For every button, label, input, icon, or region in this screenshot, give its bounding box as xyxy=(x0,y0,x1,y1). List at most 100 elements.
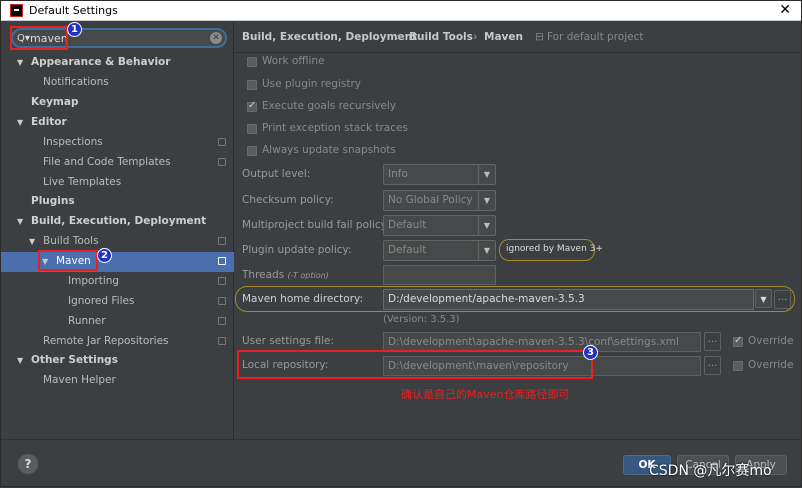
tree-item-remote-jar-repositories[interactable]: Remote Jar Repositories xyxy=(1,332,234,351)
tree-item-label: Appearance & Behavior xyxy=(31,56,171,68)
maven-highlight-box xyxy=(38,250,98,271)
plugin-update-label: Plugin update policy: xyxy=(242,244,352,256)
tree-item-label: Remote Jar Repositories xyxy=(43,335,169,347)
threads-label-text: Threads xyxy=(242,269,285,281)
plugin-update-dropdown[interactable]: Default ▼ xyxy=(383,240,496,261)
tree-item-notifications[interactable]: Notifications xyxy=(1,73,234,92)
tree-item-build-execution-deployment[interactable]: ▼ Build, Execution, Deployment xyxy=(1,212,234,231)
fail-policy-label: Multiproject build fail policy: xyxy=(242,219,390,231)
project-scope-icon xyxy=(218,337,226,345)
chevron-down-icon[interactable]: ▼ xyxy=(478,216,495,235)
breadcrumb: Build, Execution, Deployment › Build Too… xyxy=(235,22,801,53)
maven-version: (Version: 3.5.3) xyxy=(383,314,460,325)
checkbox-box[interactable] xyxy=(247,57,257,67)
csdn-watermark: CSDN @凡尔赛mo xyxy=(649,463,772,479)
tree-item-build-tools[interactable]: ▼ Build Tools xyxy=(1,232,234,251)
always-update-snapshots-checkbox[interactable]: Always update snapshots xyxy=(247,143,447,159)
dropdown-value: No Global Policy xyxy=(388,194,473,206)
step-badge-1: 1 xyxy=(67,22,82,37)
checkbox-label: Execute goals recursively xyxy=(262,100,397,112)
help-button[interactable]: ? xyxy=(18,454,38,474)
expand-arrow-icon[interactable]: ▼ xyxy=(17,53,23,72)
tree-item-live-templates[interactable]: Live Templates xyxy=(1,173,234,192)
user-settings-override-checkbox[interactable]: Override xyxy=(733,334,802,350)
chevron-down-icon[interactable]: ▼ xyxy=(478,165,495,184)
title-bar: Default Settings ✕ xyxy=(1,1,801,21)
execute-goals-recursively-checkbox[interactable]: Execute goals recursively xyxy=(247,99,447,115)
clear-search-icon[interactable]: ✕ xyxy=(210,32,222,44)
step-badge-3: 3 xyxy=(583,345,598,360)
expand-arrow-icon[interactable]: ▼ xyxy=(29,232,35,251)
dropdown-value: Info xyxy=(388,168,408,180)
tree-item-file-code-templates[interactable]: File and Code Templates xyxy=(1,153,234,172)
maven-home-input[interactable]: D:/development/apache-maven-3.5.3 xyxy=(383,289,754,310)
breadcrumb-separator: › xyxy=(396,30,401,43)
browse-maven-home-button[interactable]: ... xyxy=(774,290,791,309)
user-settings-input[interactable]: D:\development\apache-maven-3.5.3\conf\s… xyxy=(383,332,701,352)
project-scope-icon xyxy=(218,317,226,325)
tree-item-ignored-files[interactable]: Ignored Files xyxy=(1,292,234,311)
expand-arrow-icon[interactable]: ▼ xyxy=(17,351,23,370)
checkbox-box[interactable] xyxy=(247,146,257,156)
tree-item-label: Live Templates xyxy=(43,176,122,188)
maven-home-label: Maven home directory: xyxy=(242,293,364,305)
project-scope-icon xyxy=(218,257,226,265)
window-title: Default Settings xyxy=(29,4,118,17)
project-scope-icon xyxy=(218,297,226,305)
tree-item-inspections[interactable]: Inspections xyxy=(1,133,234,152)
chevron-down-icon[interactable]: ▼ xyxy=(478,191,495,210)
step-badge-2: 2 xyxy=(97,248,112,263)
threads-input[interactable] xyxy=(383,265,496,285)
checkbox-box-checked[interactable] xyxy=(733,335,743,347)
local-repository-override-checkbox[interactable]: Override xyxy=(733,358,802,374)
tree-item-plugins[interactable]: Plugins xyxy=(1,192,234,211)
project-scope-icon xyxy=(218,277,226,285)
tree-item-label: Maven Helper xyxy=(43,374,116,386)
use-plugin-registry-checkbox[interactable]: Use plugin registry xyxy=(247,77,447,93)
tree-item-maven[interactable]: ▼ Maven xyxy=(1,252,234,272)
local-repository-highlight-box xyxy=(237,350,593,379)
tree-item-appearance-behavior[interactable]: ▼ Appearance & Behavior xyxy=(1,53,234,72)
tree-item-importing[interactable]: Importing xyxy=(1,272,234,291)
tree-item-label: Notifications xyxy=(43,76,109,88)
tree-item-other-settings[interactable]: ▼ Other Settings xyxy=(1,351,234,370)
output-level-dropdown[interactable]: Info ▼ xyxy=(383,164,496,185)
tree-item-maven-helper[interactable]: Maven Helper xyxy=(1,371,234,390)
checkbox-label: Override xyxy=(748,359,794,371)
checkbox-label: Use plugin registry xyxy=(262,78,362,90)
project-scope-icon xyxy=(218,237,226,245)
checkbox-box-checked[interactable] xyxy=(247,100,257,112)
breadcrumb-item: Maven xyxy=(484,31,523,43)
tree-item-label: Runner xyxy=(68,315,106,327)
browse-local-repository-button[interactable]: ... xyxy=(704,356,721,375)
maven-home-dropdown-arrow[interactable]: ▼ xyxy=(755,289,772,308)
fail-policy-dropdown[interactable]: Default ▼ xyxy=(383,215,496,236)
checksum-policy-dropdown[interactable]: No Global Policy ▼ xyxy=(383,190,496,211)
checkbox-box[interactable] xyxy=(733,361,743,371)
expand-arrow-icon[interactable]: ▼ xyxy=(17,212,23,231)
tree-item-label: File and Code Templates xyxy=(43,156,171,168)
tree-item-editor[interactable]: ▼ Editor xyxy=(1,113,234,132)
tree-item-keymap[interactable]: Keymap xyxy=(1,93,234,112)
tree-item-runner[interactable]: Runner xyxy=(1,312,234,331)
checkbox-label: Always update snapshots xyxy=(262,144,396,156)
project-scope-icon xyxy=(218,158,226,166)
browse-user-settings-button[interactable]: ... xyxy=(704,332,721,351)
checkbox-box[interactable] xyxy=(247,124,257,134)
checkbox-box[interactable] xyxy=(247,80,257,90)
threads-hint: (-T option) xyxy=(287,271,329,280)
tree-item-label: Build Tools xyxy=(43,235,99,247)
tree-item-label: Ignored Files xyxy=(68,295,135,307)
chevron-down-icon[interactable]: ▼ xyxy=(478,241,495,260)
dialog-footer: ? OK Cancel Apply CSDN @凡尔赛mo xyxy=(1,439,801,488)
plugin-update-note: ignored by Maven 3+ xyxy=(499,239,603,261)
close-icon[interactable]: ✕ xyxy=(779,2,791,18)
threads-label: Threads (-T option) xyxy=(242,269,329,281)
breadcrumb-separator: › xyxy=(473,30,478,43)
print-exception-stack-traces-checkbox[interactable]: Print exception stack traces xyxy=(247,121,447,137)
dropdown-value: Default xyxy=(388,219,427,231)
expand-arrow-icon[interactable]: ▼ xyxy=(17,113,23,132)
work-offline-checkbox[interactable]: Work offline xyxy=(247,54,447,70)
breadcrumb-item: Build, Execution, Deployment xyxy=(242,31,418,43)
tree-item-label: Inspections xyxy=(43,136,103,148)
